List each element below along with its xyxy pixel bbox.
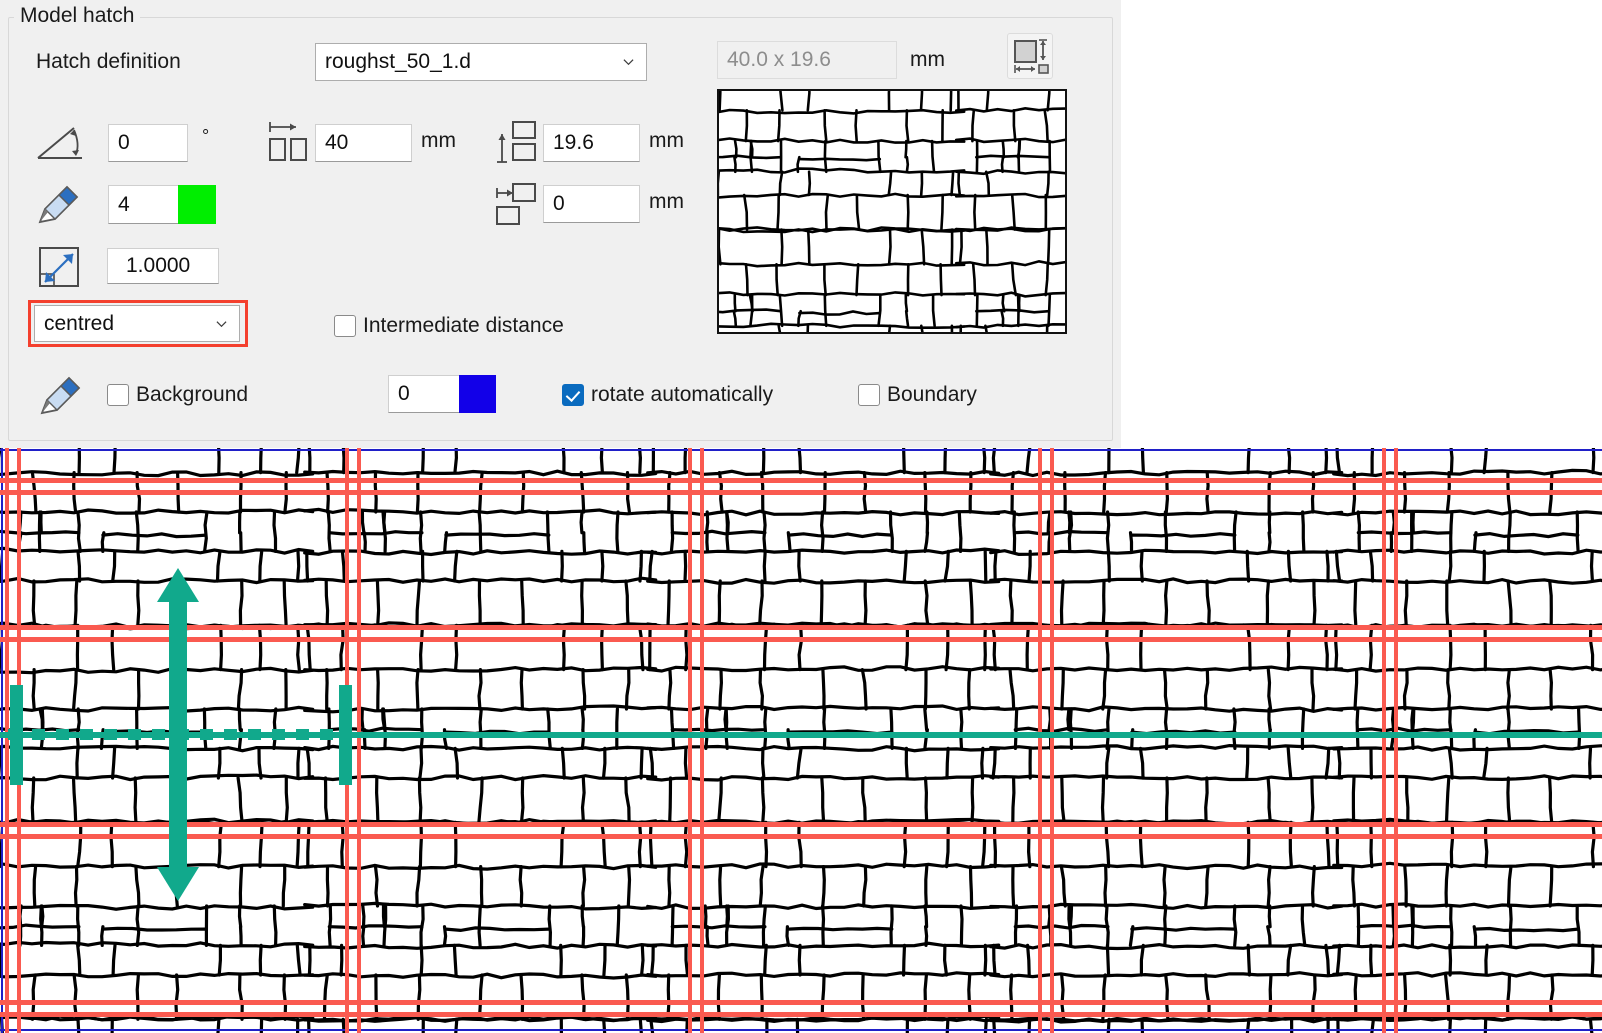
page-title: Model hatch — [14, 4, 141, 28]
boundary-label: Boundary — [887, 383, 977, 406]
hatch-definition-combo[interactable]: roughst_50_1.d — [315, 43, 647, 81]
x-spacing-value: 40 — [325, 131, 349, 154]
offset-value: 0 — [553, 192, 565, 215]
rotate-automatically-label: rotate automatically — [591, 383, 774, 406]
angle-icon — [37, 127, 82, 159]
scale-icon — [39, 247, 79, 287]
y-spacing-field[interactable]: 19.6 — [543, 124, 640, 162]
rotate-automatically-checkbox[interactable]: rotate automatically — [562, 383, 773, 407]
pen-width-field[interactable]: 4 — [108, 185, 180, 224]
checkbox-box — [334, 315, 356, 337]
horizontal-offset-icon — [496, 183, 536, 225]
checkbox-box — [562, 384, 584, 406]
angle-field[interactable]: 0 — [108, 124, 188, 162]
hatch-preview — [717, 89, 1067, 334]
checkbox-box — [107, 384, 129, 406]
model-hatch-panel: Model hatch Hatch definition roughst_50_… — [0, 0, 1121, 448]
hatch-drawing-canvas[interactable] — [0, 448, 1602, 1033]
background-pen-value: 0 — [398, 382, 410, 405]
hatch-size-unit: mm — [910, 48, 945, 71]
dimensions-icon — [1014, 39, 1049, 74]
pencil-icon — [40, 376, 81, 415]
chevron-down-icon — [623, 59, 634, 66]
hatch-size-value: 40.0 x 19.6 — [727, 48, 831, 71]
hatch-preview-pattern — [719, 91, 1065, 332]
y-spacing-unit: mm — [649, 129, 684, 152]
pen-color-swatch[interactable] — [178, 185, 216, 224]
checkbox-box — [858, 384, 880, 406]
intermediate-distance-label: Intermediate distance — [363, 314, 564, 337]
vertical-measure-arrow — [157, 568, 199, 901]
angle-unit: ° — [202, 126, 210, 146]
hatch-size-field: 40.0 x 19.6 — [717, 41, 897, 79]
pencil-icon — [38, 185, 79, 224]
alignment-value: centred — [44, 311, 115, 335]
pen-width-value: 4 — [118, 192, 130, 216]
scale-value: 1.0000 — [126, 254, 191, 277]
x-spacing-field[interactable]: 40 — [315, 124, 412, 162]
offset-unit: mm — [649, 190, 684, 213]
background-checkbox[interactable]: Background — [107, 383, 248, 407]
hatch-definition-label: Hatch definition — [36, 50, 181, 73]
alignment-combo[interactable]: centred — [34, 305, 240, 342]
hatch-settings-screen: Model hatch Hatch definition roughst_50_… — [0, 0, 1602, 1033]
intermediate-distance-checkbox[interactable]: Intermediate distance — [334, 314, 564, 338]
hatch-definition-value: roughst_50_1.d — [325, 50, 471, 73]
x-spacing-unit: mm — [421, 129, 456, 152]
y-spacing-value: 19.6 — [553, 131, 594, 154]
hatch-guides-overlay — [0, 448, 1602, 1033]
boundary-checkbox[interactable]: Boundary — [858, 383, 977, 407]
angle-value: 0 — [118, 131, 130, 154]
dimensions-toggle-button[interactable] — [1007, 33, 1053, 79]
background-pen-field[interactable]: 0 — [388, 375, 460, 413]
background-label: Background — [136, 383, 249, 406]
horizontal-spacing-icon — [269, 122, 307, 161]
scale-field[interactable]: 1.0000 — [107, 248, 219, 284]
offset-field[interactable]: 0 — [543, 185, 640, 223]
background-color-swatch[interactable] — [459, 375, 496, 413]
vertical-spacing-icon — [497, 121, 536, 163]
chevron-down-icon — [216, 320, 227, 327]
